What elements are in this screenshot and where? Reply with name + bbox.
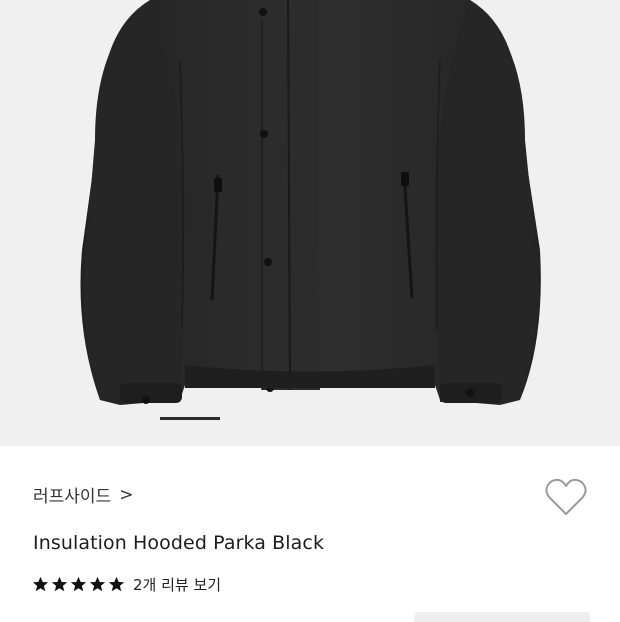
indicator-segment [280, 417, 340, 420]
chevron-right-icon: > [119, 484, 134, 505]
review-link[interactable]: 2개 리뷰 보기 [133, 574, 221, 595]
product-title: Insulation Hooded Parka Black [33, 532, 325, 554]
brand-link[interactable]: 러프사이드 > [33, 482, 134, 508]
star-filled-icon [70, 576, 87, 592]
star-filled-icon [51, 576, 68, 592]
heart-icon[interactable] [544, 478, 588, 518]
star-rating [32, 576, 125, 593]
image-carousel-indicator [160, 417, 460, 420]
star-filled-icon [32, 576, 49, 592]
brand-name[interactable]: 러프사이드 [33, 482, 111, 507]
indicator-segment [340, 417, 400, 420]
star-filled-icon [89, 576, 106, 592]
rating-row: 2개 리뷰 보기 [32, 574, 221, 595]
indicator-segment [400, 417, 460, 420]
indicator-segment [220, 417, 280, 420]
jacket-illustration [80, 0, 541, 405]
indicator-segment-active [160, 417, 220, 420]
option-selector-partial[interactable] [414, 612, 590, 622]
product-image[interactable] [0, 0, 620, 446]
star-filled-icon [108, 576, 125, 592]
